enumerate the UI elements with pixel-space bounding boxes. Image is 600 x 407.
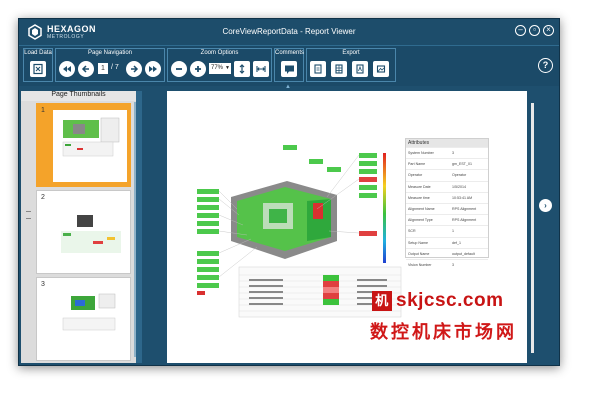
export-label: Export: [342, 50, 360, 56]
current-page-input[interactable]: 1: [98, 63, 108, 74]
chevron-down-icon: ▼: [225, 65, 230, 71]
attribute-row: Setup Name def_1: [406, 236, 488, 248]
thumbnail-number: 3: [41, 281, 45, 288]
viewer-scrollbar[interactable]: [531, 91, 534, 363]
attribute-row: SCR 1: [406, 225, 488, 236]
image-icon: [376, 65, 386, 73]
plus-icon: [195, 66, 201, 72]
zoom-level-select[interactable]: 77% ▼: [209, 63, 231, 74]
page-navigation-group: Page Navigation 1 / 7: [55, 48, 165, 82]
last-page-icon: [149, 66, 157, 72]
export-doc-button[interactable]: [310, 61, 326, 77]
toolbar: Load Data Page Navigation 1 / 7 Zoom Opt…: [19, 45, 559, 86]
thumbnail-page-3[interactable]: 3: [36, 277, 131, 361]
thumbnail-preview: [53, 284, 127, 356]
comments-group: Comments: [274, 48, 304, 82]
thumbnail-page-2[interactable]: 2: [36, 190, 131, 274]
comments-button[interactable]: [281, 61, 297, 77]
open-file-icon: [33, 63, 43, 75]
attribute-row: Part Name gm_EST_01: [406, 158, 488, 169]
arrow-left-icon: [81, 65, 89, 73]
next-page-arrow[interactable]: ›: [539, 199, 552, 212]
page-thumbnails-title: Page Thumbnails: [21, 91, 136, 101]
zoom-out-button[interactable]: [171, 61, 187, 77]
panel-splitter[interactable]: [136, 91, 142, 363]
attribute-row: Output Name output_default: [406, 247, 488, 259]
thumbnail-page-1[interactable]: 1: [36, 103, 131, 187]
page-preview-image: [61, 215, 121, 253]
next-page-button[interactable]: [126, 61, 142, 77]
document-icon: [314, 64, 322, 74]
attribute-row: Operator Operator: [406, 169, 488, 180]
attribute-row: Alignment Name RPS Alignment: [406, 202, 488, 214]
thumbnail-preview: [53, 110, 127, 182]
arrow-right-icon: [131, 65, 139, 73]
zoom-options-group: Zoom Options 77% ▼: [167, 48, 272, 82]
help-button[interactable]: ?: [538, 58, 553, 73]
load-data-group: Load Data: [23, 48, 53, 82]
restore-button[interactable]: ▫: [529, 25, 540, 36]
load-data-label: Load Data: [24, 50, 52, 56]
minus-icon: [176, 68, 182, 70]
zoom-level-value: 77%: [211, 65, 224, 71]
pdf-icon: [356, 64, 364, 74]
attribute-row: Measure Date 1/5/2014: [406, 180, 488, 192]
attributes-table: Attributes System Number 3 Part Name gm_ES…: [405, 138, 489, 267]
previous-page-button[interactable]: [78, 61, 94, 77]
close-button[interactable]: ×: [543, 25, 554, 36]
panel-grip-icon[interactable]: [26, 211, 31, 219]
watermark-badge: 机: [372, 290, 392, 311]
export-excel-button[interactable]: [331, 61, 347, 77]
first-page-icon: [63, 66, 71, 72]
watermark-url-text: skjcsc.com: [396, 290, 504, 311]
thumbnail-preview: [53, 197, 127, 269]
attribute-row: Alignment Type RPS Alignment: [406, 214, 488, 225]
zoom-options-label: Zoom Options: [200, 50, 239, 56]
load-data-button[interactable]: [30, 61, 46, 77]
scrollbar-thumb[interactable]: [531, 103, 534, 353]
total-pages: / 7: [111, 64, 119, 71]
window-title: CoreViewReportData - Report Viewer: [222, 27, 356, 36]
export-group: Export: [306, 48, 396, 82]
collapse-toolbar-icon[interactable]: ▲: [285, 84, 291, 90]
comments-label: Comments: [275, 50, 305, 56]
fit-page-icon: [239, 64, 245, 74]
page-navigation-label: Page Navigation: [87, 50, 133, 56]
fit-width-icon: [256, 66, 266, 72]
attribute-row: System Number 3: [406, 147, 488, 158]
minimize-button[interactable]: –: [515, 25, 526, 36]
export-image-button[interactable]: [373, 61, 389, 77]
watermark-text: 数控机床市场网: [370, 322, 517, 342]
comment-icon: [284, 65, 294, 74]
page-thumbnails-panel: Page Thumbnails 1 2 3: [21, 91, 136, 363]
watermark-url: 机 skjcsc.com: [372, 290, 503, 312]
thumbnail-number: 2: [41, 194, 45, 201]
report-viewer-window: HEXAGON METROLOGY CoreViewReportData - R…: [18, 18, 560, 366]
attribute-row: Vision Number 3: [406, 258, 488, 270]
first-page-button[interactable]: [59, 61, 75, 77]
attributes-title: Attributes: [406, 139, 488, 147]
fit-width-button[interactable]: [253, 61, 269, 77]
fit-page-button[interactable]: [234, 61, 250, 77]
spreadsheet-icon: [335, 64, 343, 74]
zoom-in-button[interactable]: [190, 61, 206, 77]
page-preview-image: [62, 117, 120, 157]
attribute-row: Measure time 10:53:41 AM: [406, 191, 488, 203]
title-bar: HEXAGON METROLOGY CoreViewReportData - R…: [19, 19, 559, 45]
thumbnail-number: 1: [41, 107, 45, 114]
export-pdf-button[interactable]: [352, 61, 368, 77]
last-page-button[interactable]: [145, 61, 161, 77]
page-preview-image: [62, 293, 116, 331]
